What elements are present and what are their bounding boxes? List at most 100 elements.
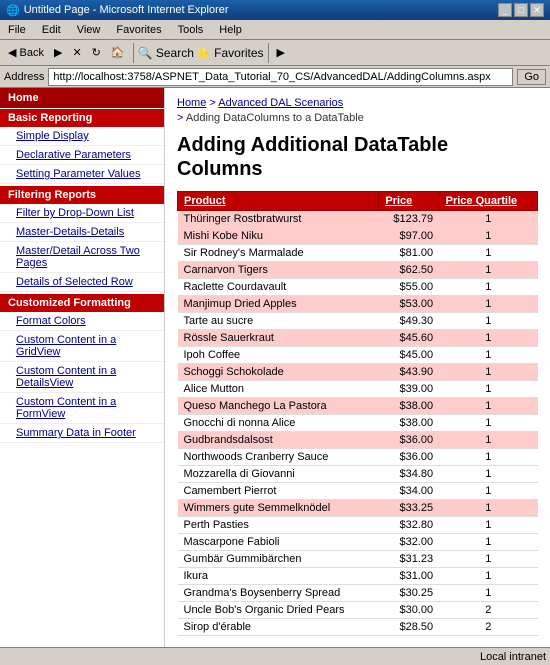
cell-product: Thüringer Rostbratwurst: [178, 210, 379, 227]
cell-product: Rössle Sauerkraut: [178, 329, 379, 346]
toolbar: ◀ Back ▶ ✕ ↻ 🏠 🔍 Search ⭐ Favorites ▶: [0, 40, 550, 66]
cell-product: Carnarvon Tigers: [178, 261, 379, 278]
table-row: Thüringer Rostbratwurst$123.791: [178, 210, 538, 227]
stop-button[interactable]: ✕: [68, 44, 85, 61]
breadcrumb: Home > Advanced DAL Scenarios > Adding D…: [177, 96, 538, 127]
sidebar-item-format-colors[interactable]: Format Colors: [0, 312, 164, 331]
sidebar-item-setting-parameter-values[interactable]: Setting Parameter Values: [0, 165, 164, 184]
separator-2: [268, 43, 269, 63]
col-header-quartile[interactable]: Price Quartile: [439, 191, 537, 210]
table-row: Gudbrandsdalsost$36.001: [178, 431, 538, 448]
title-bar-controls[interactable]: _ □ ✕: [498, 3, 544, 17]
table-row: Northwoods Cranberry Sauce$36.001: [178, 448, 538, 465]
cell-quartile: 2: [439, 601, 537, 618]
table-row: Grandma's Boysenberry Spread$30.251: [178, 584, 538, 601]
sidebar-item-details-selected-row[interactable]: Details of Selected Row: [0, 273, 164, 292]
cell-quartile: 1: [439, 363, 537, 380]
address-bar: Address Go: [0, 66, 550, 88]
cell-quartile: 1: [439, 550, 537, 567]
page-title: Adding Additional DataTable Columns: [177, 133, 538, 181]
table-row: Queso Manchego La Pastora$38.001: [178, 397, 538, 414]
home-button[interactable]: 🏠: [107, 44, 129, 61]
cell-price: $36.00: [379, 448, 439, 465]
table-row: Gumbär Gummibärchen$31.231: [178, 550, 538, 567]
cell-product: Sirop d'érable: [178, 618, 379, 635]
cell-price: $32.00: [379, 533, 439, 550]
title-bar-left: 🌐 Untitled Page - Microsoft Internet Exp…: [6, 4, 229, 17]
table-row: Mozzarella di Giovanni$34.801: [178, 465, 538, 482]
cell-quartile: 1: [439, 533, 537, 550]
cell-quartile: 1: [439, 482, 537, 499]
table-row: Camembert Pierrot$34.001: [178, 482, 538, 499]
table-row: Ipoh Coffee$45.001: [178, 346, 538, 363]
sidebar-item-custom-content-detailsview[interactable]: Custom Content in a DetailsView: [0, 362, 164, 393]
cell-quartile: 1: [439, 346, 537, 363]
close-button[interactable]: ✕: [530, 3, 544, 17]
content-area: Home > Advanced DAL Scenarios > Adding D…: [165, 88, 550, 647]
cell-price: $34.00: [379, 482, 439, 499]
menu-edit[interactable]: Edit: [38, 23, 65, 37]
sidebar-item-filter-by-dropdown[interactable]: Filter by Drop-Down List: [0, 204, 164, 223]
cell-price: $33.25: [379, 499, 439, 516]
forward-button[interactable]: ▶: [50, 44, 66, 61]
cell-product: Ikura: [178, 567, 379, 584]
separator-1: [133, 43, 134, 63]
menu-tools[interactable]: Tools: [174, 23, 208, 37]
menu-bar: File Edit View Favorites Tools Help: [0, 20, 550, 40]
cell-quartile: 1: [439, 397, 537, 414]
cell-price: $32.80: [379, 516, 439, 533]
table-row: Sirop d'érable$28.502: [178, 618, 538, 635]
cell-quartile: 1: [439, 465, 537, 482]
sidebar-item-declarative-parameters[interactable]: Declarative Parameters: [0, 146, 164, 165]
cell-quartile: 1: [439, 312, 537, 329]
cell-price: $31.23: [379, 550, 439, 567]
sidebar-section-basic-reporting: Basic Reporting: [0, 109, 164, 127]
go-button[interactable]: Go: [517, 69, 546, 85]
sidebar-item-summary-data[interactable]: Summary Data in Footer: [0, 424, 164, 443]
breadcrumb-section[interactable]: Advanced DAL Scenarios: [218, 97, 343, 109]
col-header-product[interactable]: Product: [178, 191, 379, 210]
status-bar: Local intranet: [0, 647, 550, 665]
table-row: Gnocchi di nonna Alice$38.001: [178, 414, 538, 431]
favorites-label: ⭐ Favorites: [196, 46, 264, 60]
back-button[interactable]: ◀ Back: [4, 44, 48, 61]
col-header-price[interactable]: Price: [379, 191, 439, 210]
cell-product: Sir Rodney's Marmalade: [178, 244, 379, 261]
sidebar-item-custom-content-gridview[interactable]: Custom Content in a GridView: [0, 331, 164, 362]
cell-quartile: 1: [439, 261, 537, 278]
cell-product: Raclette Courdavault: [178, 278, 379, 295]
sidebar-item-master-detail-across[interactable]: Master/Detail Across Two Pages: [0, 242, 164, 273]
cell-product: Wimmers gute Semmelknödel: [178, 499, 379, 516]
search-area: 🔍 Search ⭐ Favorites: [138, 46, 264, 60]
sidebar-home[interactable]: Home: [0, 88, 164, 108]
cell-price: $45.00: [379, 346, 439, 363]
sidebar-item-custom-content-formview[interactable]: Custom Content in a FormView: [0, 393, 164, 424]
breadcrumb-home[interactable]: Home: [177, 97, 206, 109]
minimize-button[interactable]: _: [498, 3, 512, 17]
sidebar-item-master-details[interactable]: Master-Details-Details: [0, 223, 164, 242]
title-bar: 🌐 Untitled Page - Microsoft Internet Exp…: [0, 0, 550, 20]
cell-product: Queso Manchego La Pastora: [178, 397, 379, 414]
table-row: Alice Mutton$39.001: [178, 380, 538, 397]
cell-product: Perth Pasties: [178, 516, 379, 533]
menu-favorites[interactable]: Favorites: [112, 23, 165, 37]
menu-help[interactable]: Help: [215, 23, 246, 37]
menu-view[interactable]: View: [73, 23, 105, 37]
cell-product: Uncle Bob's Organic Dried Pears: [178, 601, 379, 618]
media-button[interactable]: ▶: [273, 44, 289, 61]
table-row: Carnarvon Tigers$62.501: [178, 261, 538, 278]
address-input[interactable]: [48, 68, 513, 86]
table-row: Raclette Courdavault$55.001: [178, 278, 538, 295]
cell-price: $28.50: [379, 618, 439, 635]
maximize-button[interactable]: □: [514, 3, 528, 17]
cell-product: Schoggi Schokolade: [178, 363, 379, 380]
sidebar: Home Basic Reporting Simple Display Decl…: [0, 88, 165, 647]
cell-price: $62.50: [379, 261, 439, 278]
cell-price: $38.00: [379, 397, 439, 414]
cell-product: Gumbär Gummibärchen: [178, 550, 379, 567]
cell-quartile: 1: [439, 278, 537, 295]
refresh-button[interactable]: ↻: [88, 44, 105, 61]
menu-file[interactable]: File: [4, 23, 30, 37]
sidebar-item-simple-display[interactable]: Simple Display: [0, 127, 164, 146]
cell-price: $30.25: [379, 584, 439, 601]
